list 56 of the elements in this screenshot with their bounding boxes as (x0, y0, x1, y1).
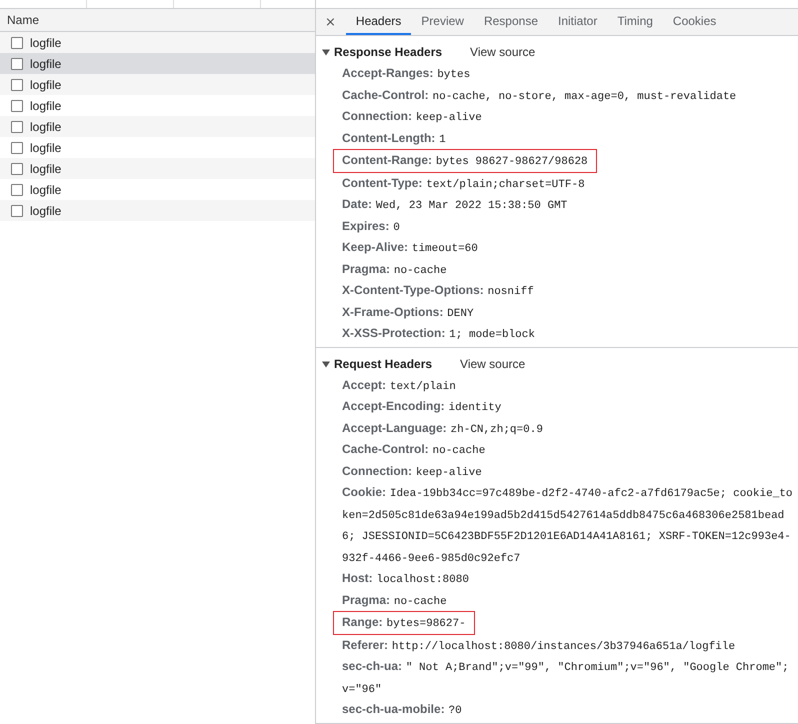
header-line: Range: bytes=98627- (342, 615, 466, 629)
view-source-link[interactable]: View source (470, 45, 536, 59)
view-source-link[interactable]: View source (460, 356, 526, 370)
header-line: Keep-Alive: timeout=60 (342, 240, 478, 254)
header-line: Referer: http://localhost:8080/instances/3b37946a651a/logfile (342, 638, 736, 652)
header-line: Accept-Ranges: bytes (342, 66, 470, 80)
triangle-icon[interactable] (322, 360, 330, 368)
header-line: Connection: keep-alive (342, 109, 482, 123)
checkbox[interactable] (11, 204, 23, 216)
header-line: Pragma: no-cache (342, 592, 447, 606)
checkbox[interactable] (11, 184, 23, 196)
section-title[interactable]: Response Headers (334, 45, 442, 59)
column-header[interactable]: Name (7, 13, 40, 27)
header-line: Expires: 0 (342, 218, 400, 232)
header-line: sec-ch-ua-mobile: ?0 (342, 702, 462, 716)
header-line: Date: Wed, 23 Mar 2022 15:38:50 GMT (342, 197, 568, 211)
header-line: Content-Length: 1 (342, 130, 446, 144)
header-line: Accept: text/plain (342, 378, 456, 392)
checkbox[interactable] (11, 36, 23, 48)
header-line: X-XSS-Protection: 1; mode=block (342, 326, 535, 340)
checkbox[interactable] (11, 78, 23, 90)
section-title[interactable]: Request Headers (334, 356, 432, 370)
request-row[interactable]: logfile (0, 158, 315, 179)
tab[interactable]: Preview (411, 9, 474, 35)
request-row[interactable]: logfile (0, 95, 315, 116)
header-line: Pragma: no-cache (342, 262, 447, 276)
tab[interactable]: Cookies (662, 9, 726, 35)
request-row[interactable]: logfile (0, 74, 315, 95)
tab[interactable]: Response (474, 9, 548, 35)
header-line: Host: localhost:8080 (342, 571, 469, 585)
request-row[interactable]: logfile (0, 137, 315, 158)
triangle-icon[interactable] (322, 48, 330, 56)
checkbox[interactable] (11, 100, 23, 112)
request-row[interactable]: logfile (0, 179, 315, 200)
header-line: Accept-Encoding: identity (342, 399, 502, 413)
header-line: X-Frame-Options: DENY (342, 304, 474, 318)
header-line: Cache-Control: no-cache, no-store, max-age=0, must-revalidate (342, 88, 736, 102)
checkbox[interactable] (11, 120, 23, 132)
header-line: Cache-Control: no-cache (342, 442, 486, 456)
tab[interactable]: Timing (607, 9, 663, 35)
checkbox[interactable] (11, 162, 23, 174)
checkbox[interactable] (11, 58, 23, 70)
tab[interactable]: Initiator (548, 9, 608, 35)
header-line: Accept-Language: zh-CN,zh;q=0.9 (342, 420, 543, 434)
close-button[interactable]: × (325, 9, 336, 35)
checkbox[interactable] (11, 142, 23, 154)
request-row[interactable]: logfile (0, 116, 315, 137)
header-line: Content-Type: text/plain;charset=UTF-8 (342, 176, 585, 190)
tab[interactable]: Headers (346, 9, 412, 35)
header-line: X-Content-Type-Options: nosniff (342, 283, 534, 297)
header-line: sec-ch-ua: " Not A;Brand";v="99", "Chromium";v="96", "Google Chrome";v="96" (342, 659, 789, 694)
request-row[interactable]: logfile (0, 53, 315, 74)
request-row[interactable]: logfile (0, 32, 315, 53)
header-line: Content-Range: bytes 98627-98627/98628 (342, 153, 588, 167)
request-row[interactable]: logfile (0, 200, 315, 221)
header-line: Connection: keep-alive (342, 464, 482, 478)
